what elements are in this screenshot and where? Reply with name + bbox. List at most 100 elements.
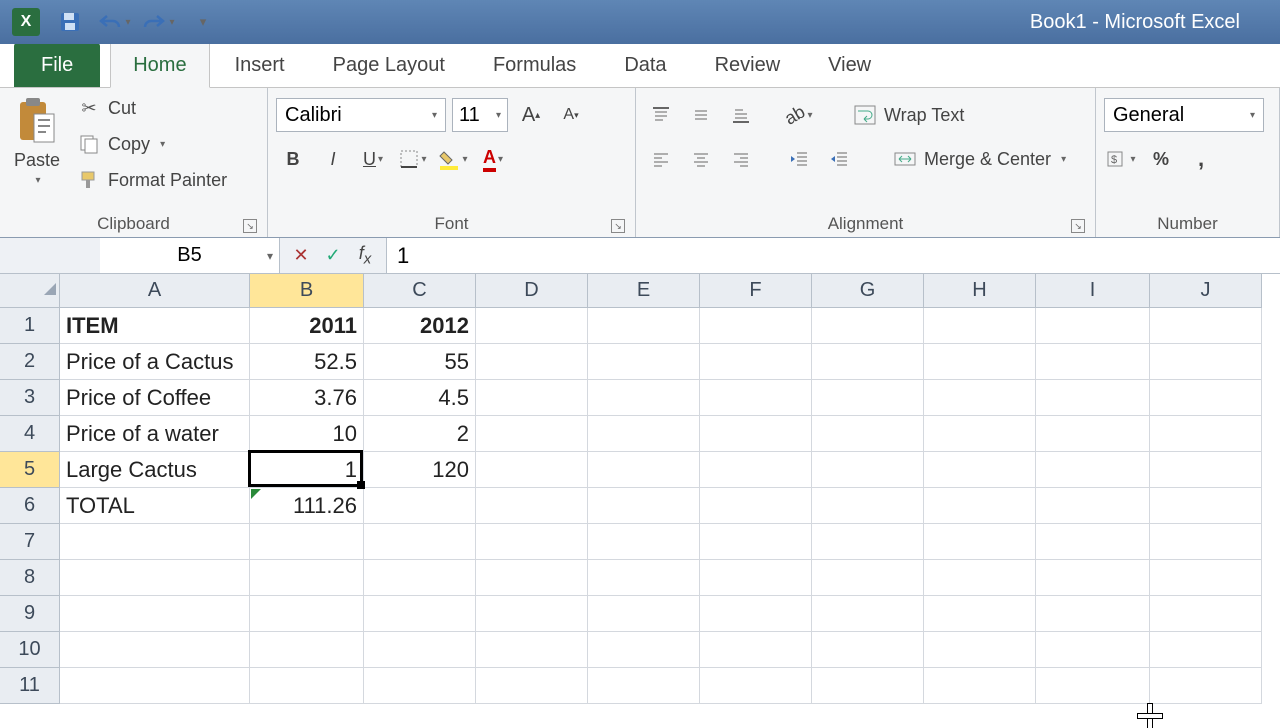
cell[interactable] <box>476 632 588 668</box>
cell[interactable] <box>588 416 700 452</box>
cell[interactable] <box>1036 488 1150 524</box>
cell[interactable] <box>1150 344 1262 380</box>
column-header[interactable]: H <box>924 274 1036 308</box>
select-all-corner[interactable] <box>0 274 60 308</box>
comma-button[interactable]: , <box>1184 142 1218 176</box>
row-header[interactable]: 3 <box>0 380 60 416</box>
cell[interactable] <box>60 632 250 668</box>
cell[interactable] <box>924 560 1036 596</box>
column-header[interactable]: E <box>588 274 700 308</box>
cell[interactable] <box>60 524 250 560</box>
cell[interactable] <box>700 344 812 380</box>
cell[interactable] <box>250 632 364 668</box>
cell[interactable]: 4.5 <box>364 380 476 416</box>
cell[interactable] <box>1036 416 1150 452</box>
cell[interactable] <box>700 452 812 488</box>
cell[interactable]: 10 <box>250 416 364 452</box>
cell[interactable] <box>700 632 812 668</box>
row-header[interactable]: 7 <box>0 524 60 560</box>
percent-button[interactable]: % <box>1144 142 1178 176</box>
align-right-button[interactable] <box>724 142 758 176</box>
bold-button[interactable]: B <box>276 142 310 176</box>
cell[interactable] <box>1150 452 1262 488</box>
copy-button[interactable]: Copy ▾ <box>72 128 233 160</box>
cell[interactable] <box>250 560 364 596</box>
cell[interactable] <box>476 416 588 452</box>
cell[interactable] <box>476 488 588 524</box>
cell[interactable] <box>700 560 812 596</box>
cell[interactable]: 3.76 <box>250 380 364 416</box>
column-header[interactable]: A <box>60 274 250 308</box>
orientation-button[interactable]: ab▾ <box>782 98 816 132</box>
cell[interactable]: Price of a Cactus <box>60 344 250 380</box>
underline-button[interactable]: U▾ <box>356 142 390 176</box>
column-header[interactable]: I <box>1036 274 1150 308</box>
tab-review[interactable]: Review <box>692 43 804 87</box>
formula-input[interactable]: 1 <box>387 238 1280 273</box>
cell[interactable]: 52.5 <box>250 344 364 380</box>
cell[interactable] <box>700 488 812 524</box>
tab-formulas[interactable]: Formulas <box>470 43 599 87</box>
row-header[interactable]: 8 <box>0 560 60 596</box>
row-header[interactable]: 4 <box>0 416 60 452</box>
cell[interactable] <box>588 344 700 380</box>
cell[interactable] <box>476 344 588 380</box>
cell[interactable] <box>812 452 924 488</box>
cell[interactable] <box>364 560 476 596</box>
cell[interactable] <box>476 560 588 596</box>
cell[interactable] <box>476 452 588 488</box>
align-bottom-button[interactable] <box>724 98 758 132</box>
qat-customize[interactable]: ▾ <box>182 4 222 40</box>
cell[interactable] <box>1150 524 1262 560</box>
cell[interactable]: Price of Coffee <box>60 380 250 416</box>
row-header[interactable]: 6 <box>0 488 60 524</box>
cell[interactable] <box>60 560 250 596</box>
format-painter-button[interactable]: Format Painter <box>72 164 233 196</box>
font-size-select[interactable]: 11▾ <box>452 98 508 132</box>
cell[interactable] <box>588 668 700 704</box>
cell[interactable] <box>700 524 812 560</box>
font-color-button[interactable]: A▾ <box>476 142 510 176</box>
cell[interactable] <box>700 668 812 704</box>
save-button[interactable] <box>50 4 90 40</box>
cell[interactable] <box>588 380 700 416</box>
cancel-edit-button[interactable]: ✕ <box>286 241 316 271</box>
tab-insert[interactable]: Insert <box>212 43 308 87</box>
cell[interactable] <box>476 524 588 560</box>
align-left-button[interactable] <box>644 142 678 176</box>
cell[interactable] <box>924 524 1036 560</box>
column-header[interactable]: J <box>1150 274 1262 308</box>
name-box[interactable]: B5▾ <box>100 238 280 273</box>
borders-button[interactable]: ▾ <box>396 142 430 176</box>
cell[interactable] <box>1036 632 1150 668</box>
cell[interactable] <box>476 380 588 416</box>
cell[interactable] <box>924 308 1036 344</box>
cell[interactable] <box>250 668 364 704</box>
cell[interactable] <box>1036 380 1150 416</box>
row-header[interactable]: 2 <box>0 344 60 380</box>
spreadsheet-grid[interactable]: ABCDEFGHIJ 1234567891011 ITEM20112012Pri… <box>0 274 1280 720</box>
cell[interactable] <box>812 416 924 452</box>
cell[interactable]: 2011 <box>250 308 364 344</box>
row-header[interactable]: 5 <box>0 452 60 488</box>
align-top-button[interactable] <box>644 98 678 132</box>
number-format-select[interactable]: General▾ <box>1104 98 1264 132</box>
cut-button[interactable]: ✂ Cut <box>72 92 233 124</box>
cell[interactable] <box>812 488 924 524</box>
alignment-launcher[interactable]: ↘ <box>1071 219 1085 233</box>
clipboard-launcher[interactable]: ↘ <box>243 219 257 233</box>
tab-data[interactable]: Data <box>601 43 689 87</box>
cell[interactable]: Price of a water <box>60 416 250 452</box>
row-header[interactable]: 1 <box>0 308 60 344</box>
decrease-indent-button[interactable] <box>782 142 816 176</box>
cell[interactable] <box>588 452 700 488</box>
cell[interactable] <box>588 560 700 596</box>
insert-function-button[interactable]: fx <box>350 241 380 271</box>
cell[interactable] <box>812 560 924 596</box>
cell[interactable]: 120 <box>364 452 476 488</box>
cell[interactable] <box>1036 344 1150 380</box>
increase-indent-button[interactable] <box>822 142 856 176</box>
column-header[interactable]: G <box>812 274 924 308</box>
cell[interactable]: 55 <box>364 344 476 380</box>
cell[interactable]: ITEM <box>60 308 250 344</box>
